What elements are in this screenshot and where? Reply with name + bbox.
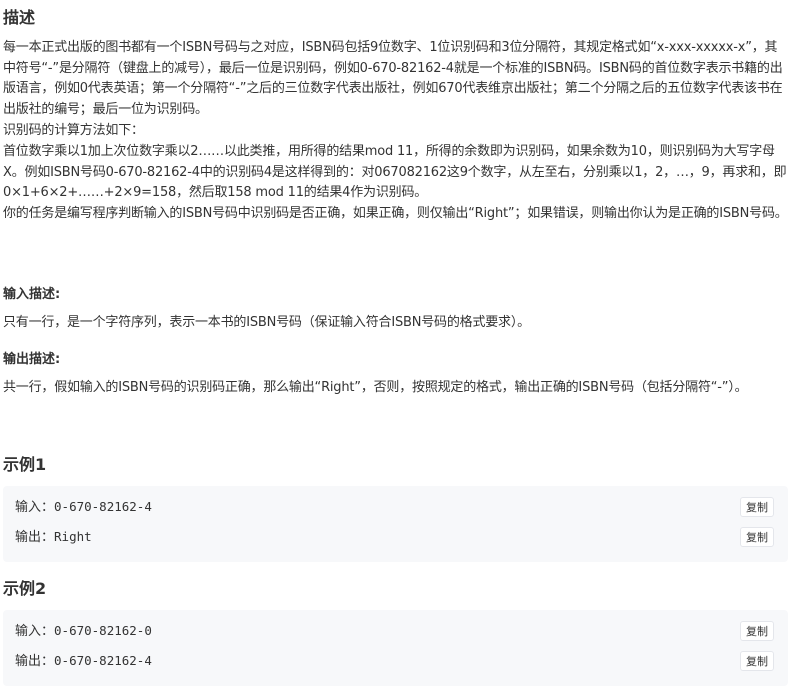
- example-2-output-value: 0-670-82162-4: [54, 653, 152, 668]
- example-2-output-line: 输出：0-670-82162-4: [15, 652, 152, 671]
- input-description-title: 输入描述:: [3, 287, 61, 302]
- description-paragraph-3: 首位数字乘以1加上次位数字乘以2……以此类推，用所得的结果mod 11，所得的余…: [3, 144, 787, 200]
- example-2-output-label: 输出：: [15, 654, 55, 669]
- description-paragraph-1: 每一本正式出版的图书都有一个ISBN号码与之对应，ISBN码包括9位数字、1位识…: [3, 40, 783, 117]
- example-1-input-copy-button[interactable]: 复制: [740, 497, 774, 517]
- description-paragraph-4: 你的任务是编写程序判断输入的ISBN号码中识别码是否正确，如果正确，则仅输出“R…: [3, 206, 788, 221]
- problem-page: 描述 每一本正式出版的图书都有一个ISBN号码与之对应，ISBN码包括9位数字、…: [0, 0, 795, 695]
- example-2-input-value: 0-670-82162-0: [54, 623, 152, 638]
- description-title: 描述: [3, 8, 36, 27]
- description-paragraph-2: 识别码的计算方法如下：: [3, 123, 144, 138]
- example-1-output-line: 输出：Right: [15, 528, 92, 547]
- example-1-input-label: 输入：: [15, 500, 55, 515]
- example-2-input-line: 输入：0-670-82162-0: [15, 622, 152, 641]
- example-1-title: 示例1: [3, 455, 47, 474]
- example-2-input-label: 输入：: [15, 624, 55, 639]
- example-2-output-copy-button[interactable]: 复制: [740, 651, 774, 671]
- input-description-text: 只有一行，是一个字符序列，表示一本书的ISBN号码（保证输入符合ISBN号码的格…: [3, 315, 530, 330]
- example-1-output-value: Right: [54, 529, 92, 544]
- example-2-input-copy-button[interactable]: 复制: [740, 621, 774, 641]
- example-1-output-label: 输出：: [15, 530, 55, 545]
- example-1-box: 输入：0-670-82162-4 复制 输出：Right 复制: [3, 486, 788, 562]
- output-description-title: 输出描述:: [3, 352, 61, 367]
- output-description-text: 共一行，假如输入的ISBN号码的识别码正确，那么输出“Right”，否则，按照规…: [3, 380, 748, 395]
- example-1-output-copy-button[interactable]: 复制: [740, 527, 774, 547]
- example-1-input-line: 输入：0-670-82162-4: [15, 498, 152, 517]
- example-2-title: 示例2: [3, 579, 47, 598]
- example-2-box: 输入：0-670-82162-0 复制 输出：0-670-82162-4 复制: [3, 610, 788, 686]
- example-1-input-value: 0-670-82162-4: [54, 499, 152, 514]
